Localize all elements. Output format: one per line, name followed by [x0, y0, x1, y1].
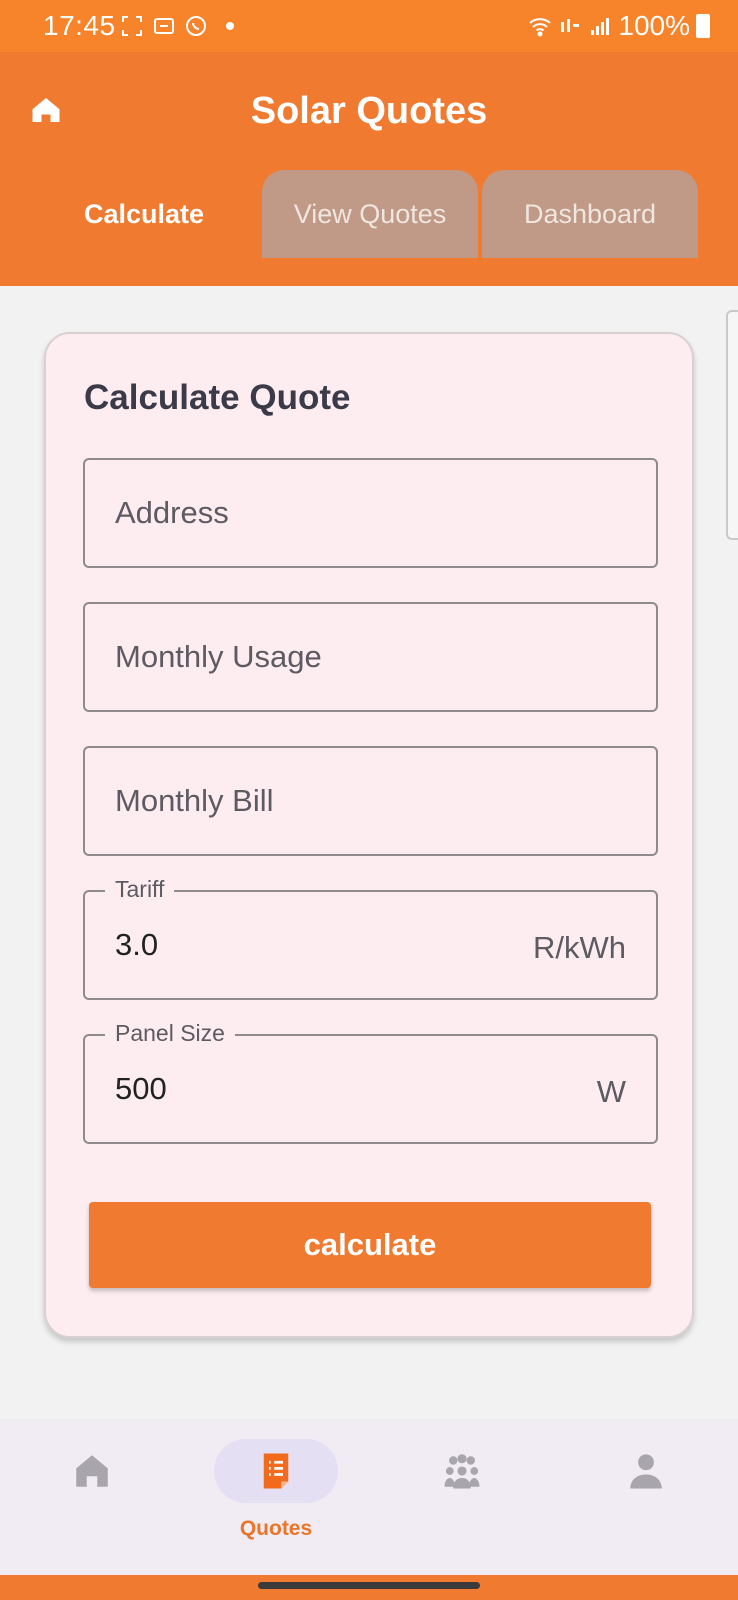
calculate-button[interactable]: calculate	[89, 1202, 651, 1288]
screenshot-icon	[122, 16, 142, 36]
panel-size-input[interactable]	[85, 1036, 656, 1142]
wifi-icon	[529, 18, 552, 37]
scan-icon	[154, 18, 174, 34]
bottom-navigation: Quotes	[0, 1419, 738, 1575]
home-icon	[76, 1455, 108, 1487]
tariff-unit: R/kWh	[533, 930, 626, 965]
monthly-bill-input[interactable]	[85, 748, 656, 854]
nav-home-pill	[30, 1439, 154, 1503]
status-time: 17:45	[43, 10, 116, 41]
gesture-bar	[0, 1575, 738, 1600]
tariff-field: Tariff R/kWh	[83, 876, 658, 1000]
tab-dashboard[interactable]: Dashboard	[482, 170, 698, 258]
nav-quotes-pill	[214, 1439, 338, 1503]
nav-quotes-label: Quotes	[239, 1517, 313, 1540]
app-bar: Solar Quotes Calculate View Quotes Dashb…	[0, 52, 738, 286]
status-system-icons: 100%	[528, 10, 710, 42]
monthly-usage-input[interactable]	[85, 604, 656, 710]
calculate-quote-card: Calculate Quote Tariff R/kWh Panel Size …	[44, 332, 694, 1338]
monthly-bill-field	[83, 746, 658, 856]
notification-dot	[226, 22, 234, 30]
whatsapp-icon	[186, 16, 206, 36]
page-title: Solar Quotes	[250, 90, 488, 132]
panel-size-unit: W	[596, 1074, 626, 1109]
battery-icon	[696, 14, 710, 38]
signal-icon	[591, 18, 610, 35]
group-icon	[444, 1454, 480, 1489]
panel-size-field: Panel Size W	[83, 1020, 658, 1144]
gesture-handle[interactable]	[258, 1582, 480, 1589]
tab-bar: Calculate View Quotes Dashboard	[36, 170, 698, 258]
person-icon	[630, 1454, 662, 1489]
card-title: Calculate Quote	[84, 378, 351, 417]
monthly-usage-field	[83, 602, 658, 712]
address-input[interactable]	[85, 460, 656, 566]
volte-icon	[561, 19, 580, 32]
nav-quotes[interactable]: Quotes	[206, 1439, 346, 1559]
scroll-indicator[interactable]	[726, 310, 738, 540]
nav-home[interactable]	[22, 1439, 162, 1559]
status-bar: 17:45 100%	[0, 0, 738, 52]
tab-calculate[interactable]: Calculate	[36, 170, 252, 258]
nav-profile-pill	[584, 1439, 708, 1503]
document-list-icon	[263, 1453, 289, 1489]
battery-percent: 100%	[618, 10, 690, 41]
nav-team-pill	[400, 1439, 524, 1503]
status-notification-icons	[120, 14, 234, 38]
nav-team[interactable]	[392, 1439, 532, 1559]
tab-view-quotes[interactable]: View Quotes	[262, 170, 478, 258]
address-field	[83, 458, 658, 568]
nav-profile[interactable]	[576, 1439, 716, 1559]
